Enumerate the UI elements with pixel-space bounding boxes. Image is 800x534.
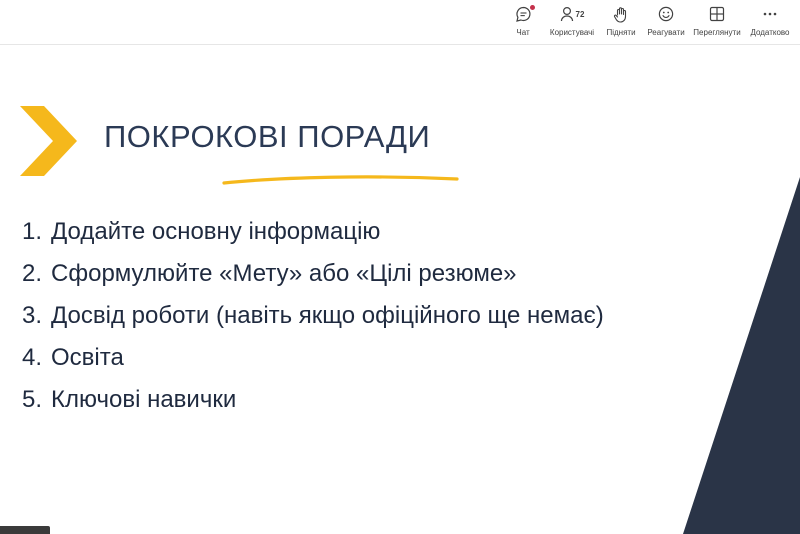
shared-slide: ПОКРОКОВІ ПОРАДИ 1. Додайте основну інфор… xyxy=(0,45,800,534)
people-label: Користувачі xyxy=(549,28,595,37)
list-item-text: Досвід роботи (навіть якщо офіційного ще… xyxy=(51,302,604,329)
tips-list: 1. Додайте основну інформацію 2. Сформулюй… xyxy=(22,211,604,421)
view-button[interactable]: Переглянути xyxy=(691,5,743,41)
chat-button[interactable]: Чат xyxy=(508,5,538,41)
view-label: Переглянути xyxy=(693,28,741,37)
more-button[interactable]: Додатково xyxy=(747,5,793,41)
chat-notification-dot xyxy=(529,5,535,10)
list-item-text: Сформулюйте «Мету» або «Цілі резюме» xyxy=(51,260,517,287)
list-item: 1. Додайте основну інформацію xyxy=(22,211,604,253)
raise-hand-label: Підняти xyxy=(606,28,636,37)
yellow-chevron-icon xyxy=(20,106,77,176)
participant-count: 72 xyxy=(575,9,585,19)
view-grid-icon xyxy=(709,5,725,23)
raise-hand-icon xyxy=(613,5,629,23)
react-button[interactable]: Реагувати xyxy=(644,5,688,41)
list-item: 3. Досвід роботи (навіть якщо офіційного … xyxy=(22,295,604,337)
people-icon xyxy=(560,6,573,22)
list-item-number: 4. xyxy=(22,344,43,371)
list-item-number: 2. xyxy=(22,260,43,287)
title-underline-stroke xyxy=(222,175,459,185)
meeting-toolbar: Чат 72 Користувачі Підняти Реагувати Пер… xyxy=(0,0,800,45)
list-item-number: 1. xyxy=(22,218,43,245)
chat-label: Чат xyxy=(516,28,530,37)
chat-icon xyxy=(515,5,535,23)
list-item-text: Додайте основну інформацію xyxy=(51,218,381,245)
list-item-text: Ключові навички xyxy=(51,386,237,413)
list-item-text: Освіта xyxy=(51,344,124,371)
slide-title: ПОКРОКОВІ ПОРАДИ xyxy=(104,119,431,154)
more-icon xyxy=(762,5,778,23)
list-item: 2. Сформулюйте «Мету» або «Цілі резюме» xyxy=(22,253,604,295)
people-icon-wrap: 72 xyxy=(560,5,585,23)
meeting-screen: Чат 72 Користувачі Підняти Реагувати Пер… xyxy=(0,0,800,534)
list-item: 4. Освіта xyxy=(22,337,604,379)
list-item-number: 5. xyxy=(22,386,43,413)
react-icon xyxy=(658,5,674,23)
raise-hand-button[interactable]: Підняти xyxy=(604,5,638,41)
presenter-name-tag xyxy=(0,526,50,534)
more-label: Додатково xyxy=(750,28,790,37)
list-item-number: 3. xyxy=(22,302,43,329)
react-label: Реагувати xyxy=(647,28,685,37)
people-button[interactable]: 72 Користувачі xyxy=(545,5,599,41)
list-item: 5. Ключові навички xyxy=(22,379,604,421)
